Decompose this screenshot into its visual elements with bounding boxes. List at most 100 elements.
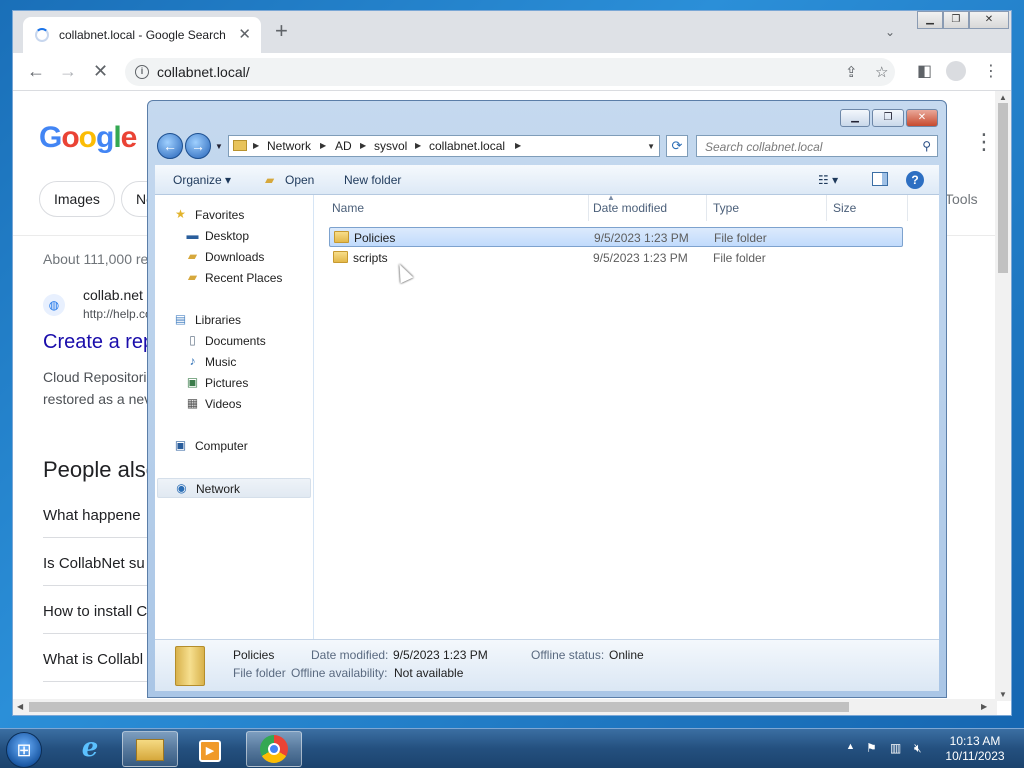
chevron-right-icon[interactable]: ▶ [515, 141, 521, 150]
nav-label: Recent Places [205, 271, 283, 285]
tools-button[interactable]: Tools [945, 191, 978, 207]
chevron-right-icon[interactable]: ▶ [415, 141, 421, 150]
file-name: Policies [354, 231, 396, 245]
paa-question[interactable]: What happene [43, 507, 141, 524]
nav-libraries[interactable]: ▤ Libraries [155, 310, 313, 330]
command-bar: Organize ▾ ▰ Open New folder ☷ ▾ ? [155, 165, 939, 195]
open-button[interactable]: Open [285, 173, 314, 187]
nav-network[interactable]: ◉ Network [157, 478, 311, 498]
column-header-type[interactable]: Type [708, 195, 827, 221]
chevron-right-icon[interactable]: ▶ [320, 141, 326, 150]
nav-label: Videos [205, 397, 242, 411]
scroll-down-icon[interactable]: ▼ [999, 690, 1007, 699]
start-button[interactable]: ⊞ [6, 732, 42, 768]
result-title-link[interactable]: Create a rep [43, 331, 154, 354]
folder-icon [175, 646, 205, 686]
address-dropdown-icon[interactable]: ▼ [647, 142, 655, 151]
apps-grid-icon[interactable]: ⋮⋮⋮ [973, 129, 997, 155]
scroll-thumb[interactable] [998, 103, 1008, 273]
result-site-name[interactable]: collab.net [83, 287, 143, 303]
paa-question[interactable]: What is Collabl [43, 651, 143, 668]
help-icon[interactable]: ? [906, 171, 924, 189]
minimize-button[interactable]: ▁ [840, 109, 870, 127]
forward-arrow-icon[interactable]: → [185, 133, 211, 159]
paa-question[interactable]: Is CollabNet su [43, 555, 145, 572]
preview-pane-icon[interactable] [872, 172, 888, 186]
search-icon[interactable]: ⚲ [922, 139, 931, 153]
profile-icon[interactable] [946, 61, 966, 81]
scroll-right-icon[interactable]: ▶ [981, 702, 987, 711]
bookmark-star-icon[interactable]: ☆ [875, 63, 888, 81]
action-center-flag-icon[interactable]: ⚑ [866, 741, 877, 755]
result-url[interactable]: http://help.co [83, 307, 152, 321]
side-panel-icon[interactable]: ◧ [917, 61, 932, 81]
nav-favorites[interactable]: ★ Favorites [155, 205, 313, 225]
search-input[interactable]: Search collabnet.local ⚲ [696, 135, 938, 157]
filter-chip-images[interactable]: Images [39, 181, 115, 217]
more-menu-icon[interactable]: ⋮ [983, 61, 999, 81]
taskbar-chrome[interactable] [246, 731, 302, 767]
nav-recent-places[interactable]: ▰ Recent Places [155, 268, 313, 288]
taskbar-internet-explorer[interactable]: e [62, 731, 118, 767]
minimize-button[interactable]: ▁ [917, 11, 943, 29]
nav-computer[interactable]: ▣ Computer [155, 436, 313, 456]
file-name: scripts [353, 251, 388, 265]
nav-downloads[interactable]: ▰ Downloads [155, 247, 313, 267]
column-header-name[interactable]: Name [327, 195, 589, 221]
file-date: 9/5/2023 1:23 PM [593, 251, 688, 265]
file-row-policies[interactable]: Policies 9/5/2023 1:23 PM File folder [329, 227, 903, 247]
nav-pictures[interactable]: ▣ Pictures [155, 373, 313, 393]
paa-question[interactable]: How to install C [43, 603, 147, 620]
horizontal-scrollbar[interactable]: ◀ ▶ [13, 699, 997, 715]
nav-documents[interactable]: ▯ Documents [155, 331, 313, 351]
breadcrumb-network[interactable]: Network [267, 139, 311, 153]
new-tab-icon[interactable]: + [275, 20, 288, 42]
nav-music[interactable]: ♪ Music [155, 352, 313, 372]
nav-videos[interactable]: ▦ Videos [155, 394, 313, 414]
network-status-icon[interactable]: ▥ [890, 741, 901, 755]
share-icon[interactable]: ⇪ [845, 63, 858, 81]
view-options-icon[interactable]: ☷ ▾ [818, 173, 838, 187]
maximize-button[interactable]: ❐ [872, 109, 904, 127]
taskbar-media-player[interactable]: ▶ [182, 731, 238, 767]
back-arrow-icon[interactable]: ← [27, 61, 45, 81]
close-button[interactable]: ✕ [968, 11, 1009, 29]
new-folder-button[interactable]: New folder [344, 173, 401, 187]
refresh-icon[interactable]: ⟳ [666, 135, 688, 157]
forward-arrow-icon[interactable]: → [59, 61, 77, 81]
column-header-date-modified[interactable]: Date modified [588, 195, 707, 221]
chevron-right-icon[interactable]: ▶ [253, 141, 259, 150]
breadcrumb-sysvol[interactable]: sysvol [374, 139, 407, 153]
address-bar[interactable]: ▶ Network ▶ AD ▶ sysvol ▶ collabnet.loca… [228, 135, 660, 157]
recent-pages-chevron-icon[interactable]: ▼ [215, 142, 223, 151]
browser-tab[interactable]: collabnet.local - Google Search ✕ [23, 17, 261, 53]
nav-desktop[interactable]: ▬ Desktop [155, 226, 313, 246]
star-icon: ★ [175, 207, 186, 221]
close-button[interactable]: ✕ [906, 109, 938, 127]
chevron-right-icon[interactable]: ▶ [360, 141, 366, 150]
organize-button[interactable]: Organize ▾ [173, 173, 231, 187]
system-clock[interactable]: 10:13 AM 10/11/2023 [940, 734, 1010, 764]
back-arrow-icon[interactable]: ← [157, 133, 183, 159]
scroll-left-icon[interactable]: ◀ [17, 702, 23, 711]
volume-muted-icon[interactable]: 🔇︎ [914, 741, 922, 756]
clock-time: 10:13 AM [949, 734, 1001, 748]
tab-search-chevron-icon[interactable]: ⌄ [885, 25, 895, 39]
breadcrumb-ad[interactable]: AD [335, 139, 352, 153]
scroll-thumb[interactable] [29, 702, 849, 712]
taskbar-file-explorer[interactable] [122, 731, 178, 767]
file-row-scripts[interactable]: scripts 9/5/2023 1:23 PM File folder [329, 248, 903, 268]
tab-close-icon[interactable]: ✕ [238, 25, 251, 43]
maximize-button[interactable]: ❐ [942, 11, 969, 29]
address-bar[interactable]: i collabnet.local/ ⇪ ☆ [125, 58, 895, 86]
breadcrumb-collabnet[interactable]: collabnet.local [429, 139, 505, 153]
site-info-icon[interactable]: i [135, 65, 149, 79]
scroll-up-icon[interactable]: ▲ [999, 93, 1007, 102]
column-header-size[interactable]: Size [828, 195, 908, 221]
details-offline-status-value: Online [609, 648, 644, 662]
show-hidden-icons[interactable]: ▲ [846, 741, 855, 751]
details-pane: Policies File folder Date modified: 9/5/… [155, 639, 939, 691]
google-logo[interactable]: Google [39, 121, 137, 155]
vertical-scrollbar[interactable]: ▲ ▼ [995, 91, 1011, 701]
stop-loading-icon[interactable]: ✕ [93, 61, 108, 81]
